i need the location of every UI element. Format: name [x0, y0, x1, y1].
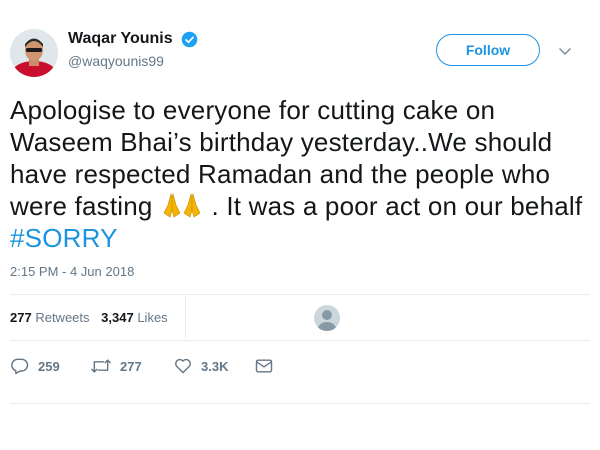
follow-button[interactable]: Follow: [436, 34, 540, 66]
liker-avatar[interactable]: [314, 305, 340, 331]
reply-icon: [11, 358, 29, 375]
divider: [10, 403, 590, 404]
likes-label[interactable]: Likes: [137, 310, 167, 325]
reply-count: 259: [38, 358, 60, 374]
hashtag-link[interactable]: #SORRY: [10, 223, 118, 253]
name-block: Waqar Younis @waqyounis99: [68, 30, 198, 69]
stats-separator: [185, 296, 186, 338]
retweet-count: 277: [120, 358, 142, 374]
like-count: 3.3K: [201, 358, 229, 374]
tweet-timestamp[interactable]: 2:15 PM - 4 Jun 2018: [10, 264, 134, 279]
retweet-button[interactable]: 277: [90, 356, 142, 376]
user-handle[interactable]: @waqyounis99: [68, 53, 198, 69]
like-button[interactable]: 3.3K: [173, 356, 228, 376]
chevron-down-icon[interactable]: [558, 44, 572, 56]
direct-message-button[interactable]: [254, 356, 282, 376]
divider: [10, 340, 590, 341]
retweets-count[interactable]: 277: [10, 310, 32, 325]
tweet-header: Waqar Younis @waqyounis99 Follow: [10, 27, 590, 81]
mail-icon: [255, 359, 273, 373]
display-name[interactable]: Waqar Younis: [68, 30, 173, 48]
verified-badge-icon: [181, 31, 198, 48]
divider: [10, 294, 590, 295]
likes-count[interactable]: 3,347: [101, 310, 134, 325]
reply-button[interactable]: 259: [10, 356, 60, 376]
heart-icon: [175, 358, 191, 374]
tweet-stats: 277 Retweets 3,347 Likes: [10, 310, 176, 325]
avatar[interactable]: [10, 29, 58, 77]
tweet-text: Apologise to everyone for cutting cake o…: [10, 94, 590, 254]
retweets-label[interactable]: Retweets: [35, 310, 89, 325]
tweet-text-part2: . It was a poor act on our behalf: [211, 191, 583, 221]
praying-hands-emoji: [162, 191, 202, 219]
retweet-icon: [91, 359, 111, 373]
